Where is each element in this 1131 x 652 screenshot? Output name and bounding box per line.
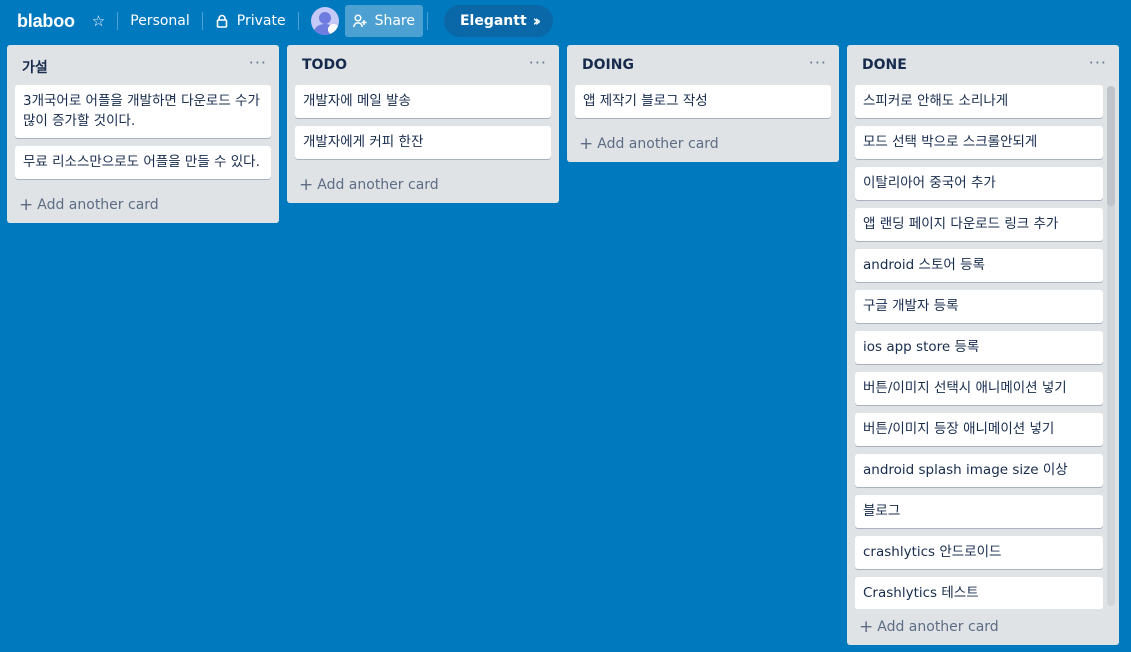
card[interactable]: 개발자에 메일 발송: [295, 85, 551, 118]
list-title[interactable]: TODO: [302, 57, 544, 73]
list-header: DOING ···: [567, 45, 839, 85]
card[interactable]: ios app store 등록: [855, 331, 1103, 364]
add-card-button[interactable]: + Add another card: [847, 609, 1119, 645]
elegantt-button[interactable]: Elegantt ››: [443, 5, 554, 37]
add-card-label: Add another card: [597, 136, 719, 152]
card[interactable]: android splash image size 이상: [855, 454, 1103, 487]
board-title[interactable]: blaboo: [8, 7, 84, 36]
avatar[interactable]: [310, 7, 339, 35]
double-chevron-right-icon: ››: [532, 12, 542, 30]
more-icon[interactable]: ···: [1089, 53, 1107, 72]
plus-icon: +: [859, 617, 874, 637]
visibility-button[interactable]: Private: [207, 5, 294, 37]
list-doing: DOING ··· 앱 제작기 블로그 작성 + Add another car…: [567, 45, 839, 162]
board-header: blaboo ☆ Personal Private Share Elegantt…: [0, 0, 1131, 42]
card[interactable]: 개발자에게 커피 한잔: [295, 126, 551, 159]
list-title[interactable]: 가설: [22, 57, 264, 77]
header-divider: [426, 12, 428, 30]
plus-icon: +: [299, 175, 314, 195]
add-member-icon: [352, 14, 367, 28]
elegantt-label: Elegantt: [459, 13, 527, 29]
list-todo: TODO ··· 개발자에 메일 발송 개발자에게 커피 한잔 + Add an…: [287, 45, 559, 203]
list-done: DONE ··· 스피커로 안해도 소리나게 모드 선택 박으로 스크롤안되게 …: [847, 45, 1119, 645]
card[interactable]: crashlytics 안드로이드: [855, 536, 1103, 569]
card[interactable]: 스피커로 안해도 소리나게: [855, 85, 1103, 118]
lock-icon: [215, 14, 229, 28]
scrollbar[interactable]: [1107, 86, 1115, 606]
add-card-label: Add another card: [317, 177, 439, 193]
plus-icon: +: [579, 134, 594, 154]
header-divider: [117, 12, 119, 30]
card[interactable]: 이탈리아어 중국어 추가: [855, 167, 1103, 200]
star-icon[interactable]: ☆: [84, 5, 113, 37]
scrollbar-thumb[interactable]: [1107, 86, 1115, 206]
card[interactable]: 3개국어로 어플을 개발하면 다운로드 수가 많이 증가할 것이다.: [15, 85, 271, 138]
add-card-button[interactable]: + Add another card: [7, 187, 279, 223]
card[interactable]: 버튼/이미지 등장 애니메이션 넣기: [855, 413, 1103, 446]
card[interactable]: 앱 제작기 블로그 작성: [575, 85, 831, 118]
list-header: DONE ···: [847, 45, 1119, 85]
card[interactable]: 구글 개발자 등록: [855, 290, 1103, 323]
card-list: 3개국어로 어플을 개발하면 다운로드 수가 많이 증가할 것이다. 무료 리소…: [7, 85, 279, 179]
share-button[interactable]: Share: [344, 5, 423, 37]
more-icon[interactable]: ···: [529, 53, 547, 72]
card-list: 개발자에 메일 발송 개발자에게 커피 한잔: [287, 85, 559, 159]
add-card-button[interactable]: + Add another card: [567, 126, 839, 162]
list-header: TODO ···: [287, 45, 559, 85]
list-title[interactable]: DONE: [862, 57, 1104, 73]
list-hypothesis: 가설 ··· 3개국어로 어플을 개발하면 다운로드 수가 많이 증가할 것이다…: [7, 45, 279, 223]
add-card-label: Add another card: [877, 619, 999, 635]
header-divider: [201, 12, 203, 30]
plus-icon: +: [19, 195, 34, 215]
more-icon[interactable]: ···: [809, 53, 827, 72]
list-title[interactable]: DOING: [582, 57, 824, 73]
card-list: 스피커로 안해도 소리나게 모드 선택 박으로 스크롤안되게 이탈리아어 중국어…: [847, 85, 1119, 609]
card[interactable]: Crashlytics 테스트: [855, 577, 1103, 609]
card[interactable]: 버튼/이미지 선택시 애니메이션 넣기: [855, 372, 1103, 405]
card[interactable]: 앱 랜딩 페이지 다운로드 링크 추가: [855, 208, 1103, 241]
more-icon[interactable]: ···: [249, 53, 267, 72]
card[interactable]: 무료 리소스만으로도 어플을 만들 수 있다.: [15, 146, 271, 179]
add-card-button[interactable]: + Add another card: [287, 167, 559, 203]
add-card-label: Add another card: [37, 197, 159, 213]
card-list: 앱 제작기 블로그 작성: [567, 85, 839, 118]
team-button[interactable]: Personal: [122, 5, 198, 37]
card[interactable]: 블로그: [855, 495, 1103, 528]
list-header: 가설 ···: [7, 45, 279, 85]
card[interactable]: 모드 선택 박으로 스크롤안되게: [855, 126, 1103, 159]
visibility-label: Private: [236, 13, 286, 29]
share-label: Share: [374, 13, 415, 29]
card[interactable]: android 스토어 등록: [855, 249, 1103, 282]
header-divider: [297, 12, 299, 30]
